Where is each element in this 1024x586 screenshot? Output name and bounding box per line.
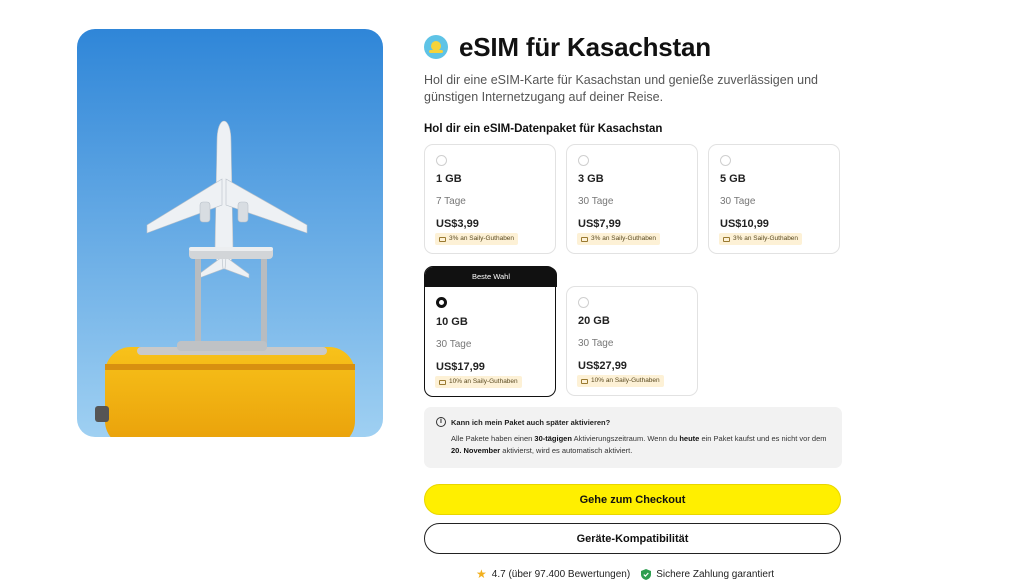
credit-text: 3% an Saily-Guthaben bbox=[449, 235, 515, 242]
plan-card-5gb[interactable]: 5 GB 30 Tage US$10,99 3% an Saily-Guthab… bbox=[708, 144, 840, 254]
plan-card-1gb[interactable]: 1 GB 7 Tage US$3,99 3% an Saily-Guthaben bbox=[424, 144, 556, 254]
plan-validity: 7 Tage bbox=[436, 196, 466, 207]
plan-price: US$3,99 bbox=[436, 218, 479, 230]
answer-bold: 20. November bbox=[451, 446, 501, 455]
credit-text: 3% an Saily-Guthaben bbox=[733, 235, 799, 242]
info-question: i Kann ich mein Paket auch später aktivi… bbox=[436, 417, 830, 427]
plan-validity: 30 Tage bbox=[578, 338, 614, 349]
plan-price: US$10,99 bbox=[720, 218, 769, 230]
radio-button[interactable] bbox=[578, 297, 589, 308]
answer-text: aktivierst, wird es automatisch aktivier… bbox=[500, 446, 633, 455]
plan-price: US$17,99 bbox=[436, 361, 485, 373]
credit-badge: 3% an Saily-Guthaben bbox=[719, 233, 803, 245]
credit-text: 3% an Saily-Guthaben bbox=[591, 235, 657, 242]
answer-text: Aktivierungszeitraum. Wenn du bbox=[571, 434, 680, 443]
radio-button[interactable] bbox=[720, 155, 731, 166]
kazakhstan-flag-icon bbox=[424, 35, 448, 59]
plans-section-label: Hol dir ein eSIM-Datenpaket für Kasachst… bbox=[424, 123, 663, 135]
answer-bold: 30-tägigen bbox=[534, 434, 572, 443]
info-answer: Alle Pakete haben einen 30-tägigen Aktiv… bbox=[451, 433, 830, 457]
credit-text: 10% an Saily-Guthaben bbox=[449, 378, 518, 385]
info-icon: i bbox=[436, 417, 446, 427]
credit-text: 10% an Saily-Guthaben bbox=[591, 377, 660, 384]
plan-price: US$7,99 bbox=[578, 218, 621, 230]
activation-info-box: i Kann ich mein Paket auch später aktivi… bbox=[424, 407, 842, 468]
plan-data: 5 GB bbox=[720, 173, 746, 185]
answer-text: ein Paket kaufst und es nicht vor dem bbox=[699, 434, 827, 443]
info-question-text: Kann ich mein Paket auch später aktivier… bbox=[451, 417, 611, 427]
plan-grid: 1 GB 7 Tage US$3,99 3% an Saily-Guthaben… bbox=[424, 144, 842, 398]
answer-text: Alle Pakete haben einen bbox=[451, 434, 535, 443]
plan-data: 20 GB bbox=[578, 315, 610, 327]
radio-button[interactable] bbox=[436, 297, 447, 308]
wallet-icon bbox=[439, 236, 446, 242]
hero-image bbox=[77, 29, 383, 437]
wallet-icon bbox=[439, 379, 446, 385]
plan-validity: 30 Tage bbox=[436, 339, 472, 350]
plan-data: 10 GB bbox=[436, 316, 468, 328]
radio-button[interactable] bbox=[436, 155, 447, 166]
checkout-button[interactable]: Gehe zum Checkout bbox=[424, 484, 841, 515]
plan-price: US$27,99 bbox=[578, 360, 627, 372]
star-icon: ★ bbox=[476, 567, 487, 581]
suitcase bbox=[95, 341, 355, 437]
plan-data: 3 GB bbox=[578, 173, 604, 185]
page-subtitle: Hol dir eine eSIM-Karte für Kasachstan u… bbox=[424, 73, 818, 104]
plan-card-3gb[interactable]: 3 GB 30 Tage US$7,99 3% an Saily-Guthabe… bbox=[566, 144, 698, 254]
wallet-icon bbox=[723, 236, 730, 242]
plan-card-20gb[interactable]: 20 GB 30 Tage US$27,99 10% an Saily-Guth… bbox=[566, 286, 698, 396]
plan-card-10gb[interactable]: Beste Wahl 10 GB 30 Tage US$17,99 10% an… bbox=[424, 266, 557, 397]
credit-badge: 3% an Saily-Guthaben bbox=[435, 233, 519, 245]
product-panel: eSIM für Kasachstan Hol dir eine eSIM-Ka… bbox=[424, 30, 842, 581]
wallet-icon bbox=[581, 236, 588, 242]
page-title: eSIM für Kasachstan bbox=[459, 31, 711, 62]
best-choice-badge: Beste Wahl bbox=[425, 267, 557, 287]
credit-badge: 10% an Saily-Guthaben bbox=[435, 376, 522, 388]
rating-text: 4.7 (über 97.400 Bewertungen) bbox=[491, 568, 631, 580]
plan-validity: 30 Tage bbox=[578, 196, 614, 207]
shield-check-icon bbox=[641, 568, 652, 580]
title-row: eSIM für Kasachstan bbox=[424, 30, 842, 64]
trust-bar: ★ 4.7 (über 97.400 Bewertungen) Sichere … bbox=[476, 567, 774, 581]
device-compatibility-button[interactable]: Geräte-Kompatibilität bbox=[424, 523, 841, 554]
wallet-icon bbox=[581, 378, 588, 384]
radio-button[interactable] bbox=[578, 155, 589, 166]
credit-badge: 3% an Saily-Guthaben bbox=[577, 233, 661, 245]
plan-data: 1 GB bbox=[436, 173, 462, 185]
plan-validity: 30 Tage bbox=[720, 196, 756, 207]
credit-badge: 10% an Saily-Guthaben bbox=[577, 375, 664, 387]
answer-bold: heute bbox=[679, 434, 700, 443]
secure-payment-text: Sichere Zahlung garantiert bbox=[656, 568, 775, 580]
